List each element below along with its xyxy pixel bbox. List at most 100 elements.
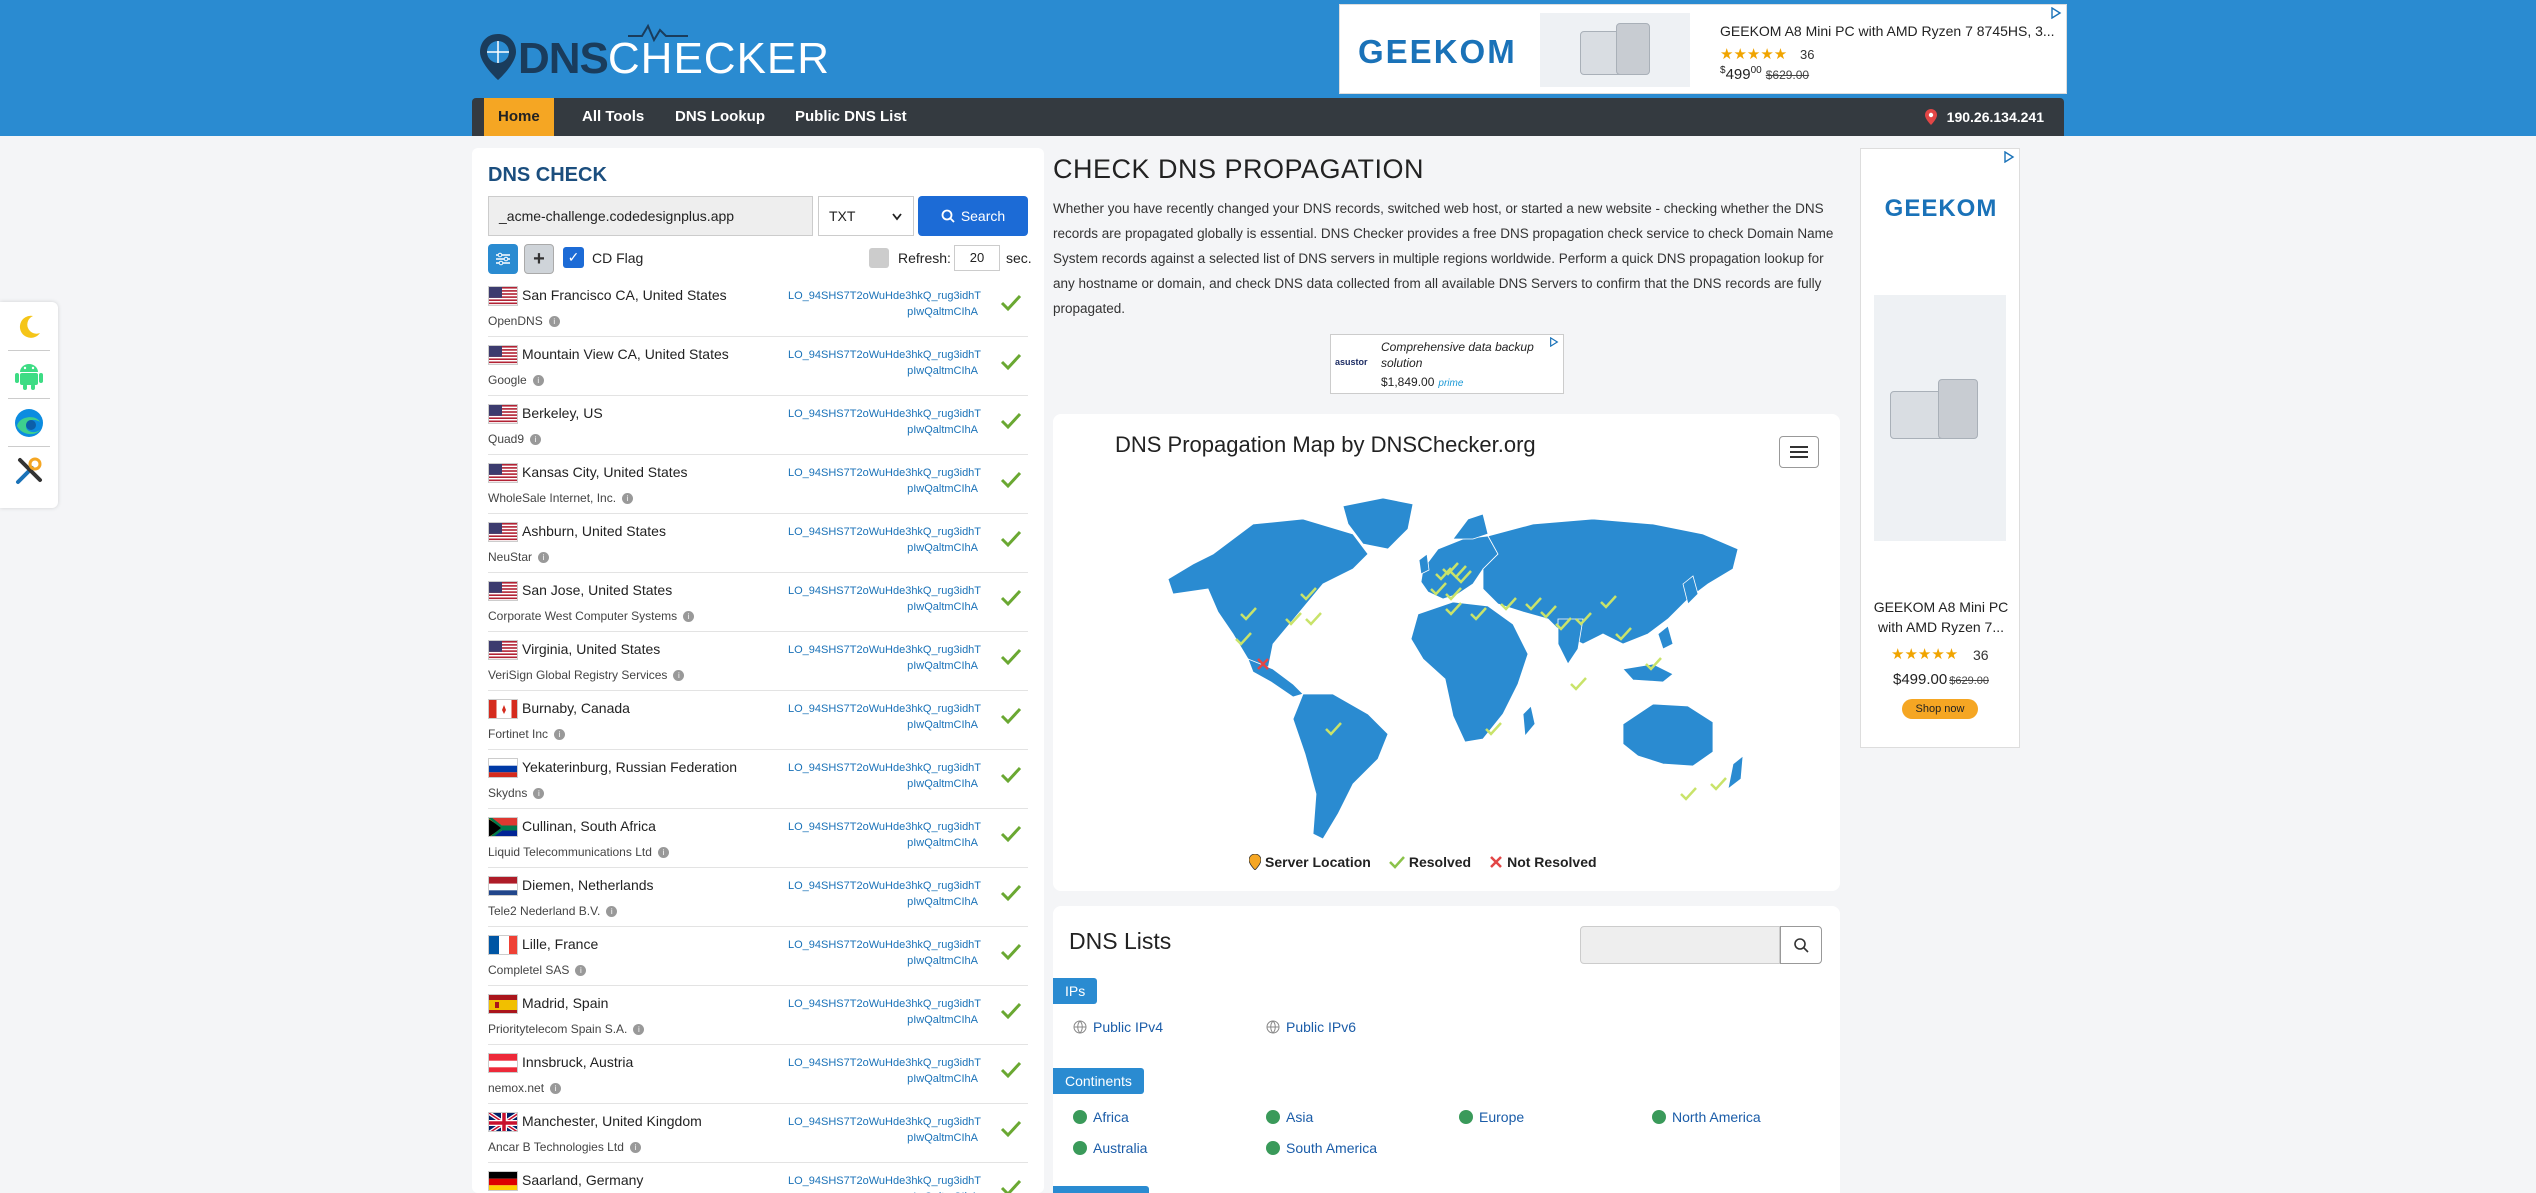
right-sidebar-ad[interactable]: GEEKOM GEEKOM A8 Mini PC with AMD Ryzen …	[1860, 148, 2020, 748]
earth-icon	[1459, 1110, 1473, 1124]
link-asia[interactable]: Asia	[1266, 1109, 1313, 1125]
server-location: Manchester, United Kingdom	[522, 1113, 702, 1129]
search-icon	[1794, 938, 1809, 953]
txt-record-result: LO_94SHS7T2oWuHde3hkQ_rug3idhTpIwQaltmCI…	[788, 1057, 982, 1085]
info-icon[interactable]: i	[554, 729, 566, 740]
search-button[interactable]: Search	[918, 196, 1028, 236]
resolved-marker[interactable]	[1305, 612, 1322, 626]
resolved-check-icon	[1000, 589, 1022, 607]
top-banner-ad[interactable]: GEEKOM GEEKOM A8 Mini PC with AMD Ryzen …	[1339, 4, 2067, 94]
map-menu-button[interactable]	[1779, 436, 1819, 468]
android-app-icon[interactable]	[12, 358, 46, 392]
nav-public-dns-list[interactable]: Public DNS List	[781, 98, 921, 136]
info-icon[interactable]: i	[633, 1024, 645, 1035]
info-icon[interactable]: i	[532, 375, 544, 386]
domain-input[interactable]: _acme-challenge.codedesignplus.app	[488, 196, 813, 236]
link-public-ipv6[interactable]: Public IPv6	[1266, 1019, 1356, 1035]
shop-now-button[interactable]: Shop now	[1902, 699, 1978, 719]
resolved-check-icon	[1000, 530, 1022, 548]
info-icon[interactable]: i	[683, 611, 695, 622]
result-row: Saarland, Germany LO_94SHS7T2oWuHde3hkQ_r…	[488, 1163, 1028, 1193]
ad-rating-count: 36	[1800, 47, 1815, 62]
ad-title: GEEKOM A8 Mini PC with AMD Ryzen 7 8745H…	[1720, 23, 2055, 39]
info-icon[interactable]: i	[606, 906, 618, 917]
server-provider: Ancar B Technologies Ltd i	[488, 1140, 641, 1154]
ad-price: $499.00 $629.00	[1893, 671, 1989, 688]
map-title: DNS Propagation Map by DNSChecker.org	[1115, 432, 1536, 457]
resolved-marker[interactable]	[1570, 677, 1587, 691]
adchoices-icon[interactable]	[2003, 151, 2015, 163]
cd-flag-checkbox[interactable]: ✓	[563, 247, 584, 268]
txt-record-result: LO_94SHS7T2oWuHde3hkQ_rug3idhTpIwQaltmCI…	[788, 408, 982, 436]
server-provider: Google i	[488, 373, 544, 387]
server-provider: nemox.net i	[488, 1081, 562, 1095]
resolved-marker[interactable]	[1710, 777, 1727, 791]
flag-nl-icon	[488, 876, 518, 896]
flag-us-icon	[488, 286, 518, 306]
edge-browser-icon[interactable]	[12, 406, 46, 440]
adchoices-icon[interactable]	[1549, 337, 1559, 347]
flag-za-icon	[488, 817, 518, 837]
info-icon[interactable]: i	[550, 1083, 562, 1094]
dns-lists-title: DNS Lists	[1069, 928, 1172, 954]
refresh-checkbox[interactable]	[869, 248, 889, 268]
record-type-select[interactable]: TXT	[818, 196, 914, 236]
txt-record-result: LO_94SHS7T2oWuHde3hkQ_rug3idhTpIwQaltmCI…	[788, 290, 982, 318]
flag-at-icon	[488, 1053, 518, 1073]
info-icon[interactable]: i	[538, 552, 550, 563]
logo-pulse-icon	[628, 23, 688, 42]
dns-lists-search-input[interactable]	[1580, 926, 1780, 964]
side-toolbar	[0, 302, 58, 508]
add-server-button[interactable]: +	[524, 244, 554, 274]
nav-dns-lookup[interactable]: DNS Lookup	[661, 98, 779, 136]
ad-text: Comprehensive data backup solution	[1381, 340, 1534, 370]
options-sliders-button[interactable]	[488, 244, 518, 274]
result-row: Diemen, Netherlands Tele2 Nederland B.V. i…	[488, 868, 1028, 927]
dark-mode-moon-icon[interactable]	[12, 310, 46, 344]
adchoices-icon[interactable]	[2050, 7, 2062, 19]
info-icon[interactable]: i	[530, 434, 542, 445]
link-south-america[interactable]: South America	[1266, 1140, 1377, 1156]
ad-rating-count: 36	[1973, 647, 1989, 663]
txt-record-result: LO_94SHS7T2oWuHde3hkQ_rug3idhTpIwQaltmCI…	[788, 703, 982, 731]
refresh-interval-input[interactable]: 20	[954, 245, 1000, 271]
info-icon[interactable]: i	[657, 847, 669, 858]
resolved-check-icon	[1000, 1120, 1022, 1138]
info-icon[interactable]: i	[533, 788, 545, 799]
page-title: CHECK DNS PROPAGATION	[1053, 154, 1425, 184]
info-icon[interactable]: i	[629, 1142, 641, 1153]
search-icon	[941, 209, 955, 223]
link-europe[interactable]: Europe	[1459, 1109, 1524, 1125]
server-provider: Completel SAS i	[488, 963, 587, 977]
legend-not-resolved: Not Resolved	[1489, 854, 1597, 870]
link-australia[interactable]: Australia	[1073, 1140, 1147, 1156]
world-map[interactable]	[1153, 494, 1753, 849]
link-africa[interactable]: Africa	[1073, 1109, 1129, 1125]
info-icon[interactable]: i	[575, 965, 587, 976]
server-provider: Skydns i	[488, 786, 545, 800]
flag-us-icon	[488, 581, 518, 601]
nav-all-tools[interactable]: All Tools	[568, 98, 658, 136]
link-north-america[interactable]: North America	[1652, 1109, 1761, 1125]
txt-record-result: LO_94SHS7T2oWuHde3hkQ_rug3idhTpIwQaltmCI…	[788, 467, 982, 495]
dns-lists-search-button[interactable]	[1780, 926, 1822, 964]
resolved-check-icon	[1000, 825, 1022, 843]
result-row: San Francisco CA, United States OpenDNS i L…	[488, 278, 1028, 337]
resolved-marker[interactable]	[1680, 787, 1697, 801]
info-icon[interactable]: i	[673, 670, 685, 681]
info-icon[interactable]: i	[548, 316, 560, 327]
user-ip: 190.26.134.241	[1924, 98, 2044, 136]
ips-badge: IPs	[1053, 978, 1098, 1004]
link-public-ipv4[interactable]: Public IPv4	[1073, 1019, 1163, 1035]
mid-ad[interactable]: asustor Comprehensive data backup soluti…	[1330, 334, 1564, 394]
dnschecker-logo[interactable]: DNSCHECKER	[478, 22, 829, 83]
flag-de-icon	[488, 1171, 518, 1191]
txt-record-result: LO_94SHS7T2oWuHde3hkQ_rug3idhTpIwQaltmCI…	[788, 526, 982, 554]
result-row: San Jose, United States Corporate West Co…	[488, 573, 1028, 632]
info-icon[interactable]: i	[622, 493, 634, 504]
earth-icon	[1266, 1110, 1280, 1124]
earth-icon	[1266, 1141, 1280, 1155]
tools-icon[interactable]	[12, 454, 46, 488]
resolved-check-icon	[1000, 1061, 1022, 1079]
nav-home[interactable]: Home	[484, 98, 554, 136]
